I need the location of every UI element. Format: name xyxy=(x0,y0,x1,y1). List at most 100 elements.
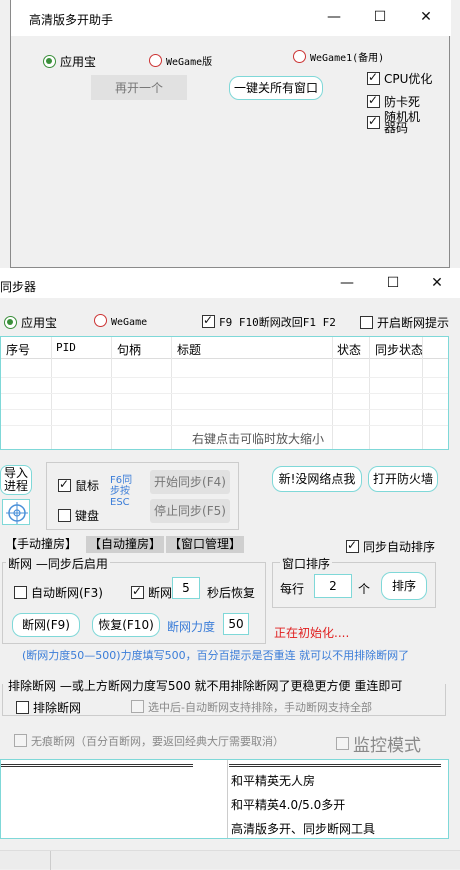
f9-f10-check[interactable]: F9 F10断网改回F1 F2 xyxy=(202,313,336,330)
exclude-offline-check[interactable]: 排除断网 xyxy=(16,699,81,716)
column-header: 句柄 xyxy=(117,343,142,357)
checkbox-icon xyxy=(360,316,373,329)
checkbox-icon xyxy=(336,737,349,750)
random-machine-code-check[interactable]: 随机机器码 xyxy=(367,110,447,135)
maximize-icon[interactable]: ☐ xyxy=(357,2,403,32)
check-label: 自动断网(F3) xyxy=(31,586,103,600)
checkbox-icon xyxy=(14,734,27,747)
exclude-group-title: 排除断网 —或上方断网力度写500 就不用排除断网了更稳更方便 重连即可 xyxy=(6,677,405,694)
anti-freeze-check[interactable]: 防卡死 xyxy=(367,93,420,110)
keyboard-check[interactable]: 键盘 xyxy=(58,507,99,524)
auto-offline-check[interactable]: 自动断网(F3) xyxy=(14,584,103,601)
close-all-windows-button[interactable]: 一键关所有窗口 xyxy=(229,76,323,100)
sort-button[interactable]: 排序 xyxy=(381,572,427,600)
monitor-mode-check[interactable]: 监控模式 xyxy=(336,731,421,756)
tab-window-manage[interactable]: 【窗口管理】 xyxy=(166,536,245,553)
checkbox-icon xyxy=(58,477,71,492)
info-line: 高清版多开、同步断网工具 xyxy=(231,822,376,836)
check-label: 鼠标 xyxy=(75,479,100,493)
divider xyxy=(1,764,193,767)
offline-strength-input[interactable]: 50 xyxy=(223,613,249,635)
column-header: 标题 xyxy=(177,343,202,357)
info-panel: 和平精英无人房 和平精英4.0/5.0多开 高清版多开、同步断网工具 xyxy=(0,759,449,839)
tab-auto-room[interactable]: 【自动撞房】 xyxy=(86,536,165,553)
check-label: 防卡死 xyxy=(384,95,421,109)
restore-seconds-input[interactable]: 5 xyxy=(172,577,200,599)
radio-label: WeGame版 xyxy=(166,57,213,68)
sync-auto-sort-check[interactable]: 同步自动排序 xyxy=(346,538,435,555)
radio-wegame1[interactable]: WeGame1(备用) xyxy=(293,49,384,64)
offline-check[interactable]: 断网 xyxy=(131,584,172,601)
column-header: 同步状态 xyxy=(375,343,424,357)
title-bar: 高清版多开助手 — ☐ ✕ xyxy=(11,0,451,36)
check-label: 开启断网提示 xyxy=(377,316,450,330)
check-label: 排除断网 xyxy=(33,701,82,715)
check-label: 键盘 xyxy=(75,509,100,523)
no-network-button[interactable]: 新!没网络点我 xyxy=(272,466,362,492)
start-sync-button[interactable]: 开始同步(F4) xyxy=(150,470,230,494)
sync-hotkey-note: F6同 步按 ESC xyxy=(110,475,133,508)
check-label: 选中后-自动断网支持排除，手动断网支持全部 xyxy=(148,701,372,714)
close-icon[interactable]: ✕ xyxy=(403,2,449,32)
traceless-offline-check[interactable]: 无痕断网（百分百断网，要返回经典大厅需要取消） xyxy=(14,733,284,749)
selected-auto-exclude-check[interactable]: 选中后-自动断网支持排除，手动断网支持全部 xyxy=(131,699,372,715)
cpu-optimize-check[interactable]: CPU优化 xyxy=(367,70,432,87)
column-header: 状态 xyxy=(337,343,362,357)
process-table[interactable]: 序号 PID 句柄 标题 状态 同步状态 右键点击可临时放大缩小 xyxy=(0,336,449,450)
tab-manual-room[interactable]: 【手动撞房】 xyxy=(2,536,81,553)
title-bar: 同步器 — ☐ ✕ xyxy=(0,268,460,298)
checkbox-icon xyxy=(367,114,380,129)
checkbox-icon xyxy=(16,701,29,714)
radio-icon xyxy=(293,50,306,63)
column-header: PID xyxy=(56,341,76,354)
status-bar xyxy=(0,850,460,870)
strength-note: (断网力度50—500)力度填写500，百分百提示是否重连 就可以不用排除断网了 xyxy=(22,649,410,662)
minimize-icon[interactable]: — xyxy=(324,268,370,298)
radio-label: WeGame xyxy=(111,317,148,328)
radio-wegame[interactable]: WeGame版 xyxy=(149,53,212,68)
per-row-unit: 个 xyxy=(358,582,371,596)
table-hint: 右键点击可临时放大缩小 xyxy=(192,430,332,447)
checkbox-icon xyxy=(58,509,71,522)
restore-seconds-label: 秒后恢复 xyxy=(207,586,256,600)
radio-yingyongbao[interactable]: 应用宝 xyxy=(43,53,96,70)
open-firewall-button[interactable]: 打开防火墙 xyxy=(368,466,438,492)
radio-label: 应用宝 xyxy=(21,316,58,330)
checkbox-icon xyxy=(131,584,144,599)
status-text: 正在初始化.... xyxy=(274,626,350,640)
window-title: 高清版多开助手 xyxy=(29,13,114,27)
offline-f9-button[interactable]: 断网(F9) xyxy=(12,613,80,637)
offline-tip-check[interactable]: 开启断网提示 xyxy=(360,314,449,331)
radio-label: WeGame1(备用) xyxy=(310,53,385,64)
window-title: 同步器 xyxy=(0,280,37,294)
maximize-icon[interactable]: ☐ xyxy=(370,268,416,298)
check-label: 断网 xyxy=(148,586,173,600)
checkbox-icon xyxy=(202,313,215,328)
check-label: CPU优化 xyxy=(384,72,433,86)
checkbox-icon xyxy=(14,586,27,599)
stop-sync-button[interactable]: 停止同步(F5) xyxy=(150,499,230,523)
divider xyxy=(227,760,228,838)
minimize-icon[interactable]: — xyxy=(311,2,357,32)
close-icon[interactable]: ✕ xyxy=(414,268,460,298)
divider xyxy=(229,764,441,767)
radio-yingyongbao-sync[interactable]: 应用宝 xyxy=(4,314,57,331)
column-header: 序号 xyxy=(6,343,31,357)
reopen-button[interactable]: 再开一个 xyxy=(91,75,187,100)
radio-icon xyxy=(149,54,162,67)
radio-wegame-sync[interactable]: WeGame xyxy=(94,314,147,328)
per-row-input[interactable]: 2 xyxy=(314,574,352,598)
check-label: F9 F10断网改回F1 F2 xyxy=(219,316,336,329)
checkbox-icon xyxy=(346,538,359,553)
import-process-button[interactable]: 导入 进程 xyxy=(0,465,32,495)
mouse-check[interactable]: 鼠标 xyxy=(58,477,99,494)
radio-selected-icon xyxy=(43,55,56,68)
crosshair-icon[interactable] xyxy=(2,499,30,525)
window-sort-title: 窗口排序 xyxy=(280,555,333,572)
checkbox-icon xyxy=(367,93,380,108)
offline-group-title: 断网 —同步后启用 xyxy=(6,555,110,572)
restore-f10-button[interactable]: 恢复(F10) xyxy=(92,613,160,637)
check-label: 随机机 器码 xyxy=(384,110,421,135)
info-line: 和平精英4.0/5.0多开 xyxy=(231,798,346,812)
check-label: 同步自动排序 xyxy=(363,540,436,554)
